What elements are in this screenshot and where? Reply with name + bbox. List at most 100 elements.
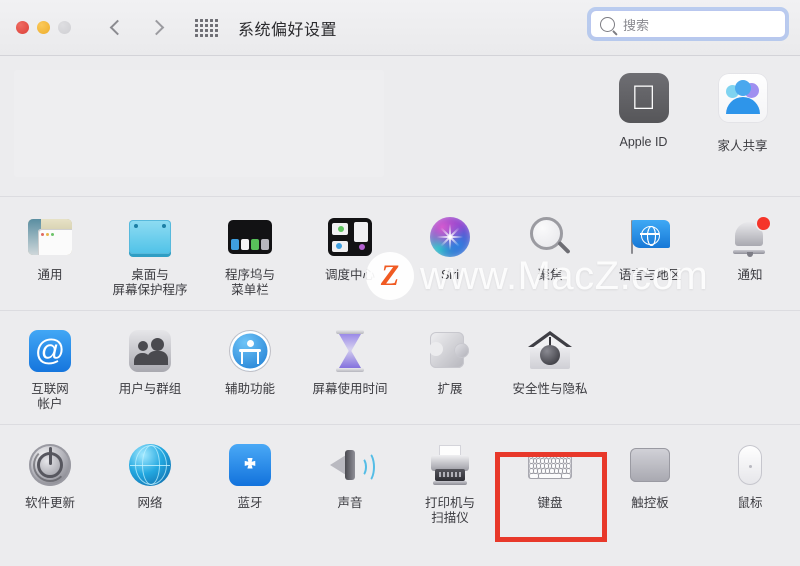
pref-item-label: 扩展 — [437, 382, 463, 396]
grid-dot — [215, 18, 218, 22]
traffic-light-group — [16, 21, 71, 34]
pref-item-label: 用户与群组 — [118, 382, 182, 396]
pref-item-label: 聚焦 — [537, 268, 563, 282]
forward-button[interactable] — [149, 18, 165, 38]
desktop-screensaver-icon — [100, 211, 200, 263]
spotlight-icon — [500, 211, 600, 263]
grid-dot — [195, 23, 198, 27]
pref-tile-apple-id[interactable]:  Apple ID — [594, 70, 693, 154]
bluetooth-rune-glyph: ᛭ — [229, 444, 271, 486]
pref-item-software-update[interactable]: 软件更新 — [0, 435, 100, 532]
pref-tile-family-sharing[interactable]: 家人共享 — [693, 70, 792, 154]
window-title: 系统偏好设置 — [238, 21, 338, 39]
notification-badge — [757, 217, 770, 230]
pref-item-label: 屏幕使用时间 — [312, 382, 388, 396]
speaker-glyph — [328, 448, 375, 483]
pref-item-language-region[interactable]: 语言与地区 — [600, 207, 700, 304]
mouse-body-glyph — [738, 445, 762, 485]
grid-dot — [210, 28, 213, 32]
pref-item-trackpad[interactable]: 触控板 — [600, 435, 700, 532]
pref-item-printers-scanners[interactable]: 打印机与 扫描仪 — [400, 435, 500, 532]
globe-glyph — [129, 444, 171, 486]
software-update-icon — [0, 439, 100, 491]
general-window-glyph — [28, 219, 72, 255]
search-field[interactable]: 搜索 — [590, 10, 786, 38]
keyboard-keys-glyph — [528, 451, 572, 479]
pref-item-accessibility[interactable]: 辅助功能 — [200, 321, 300, 418]
pref-item-label: 触控板 — [631, 496, 669, 510]
search-icon — [600, 16, 615, 32]
zoom-window-button[interactable] — [58, 21, 71, 34]
pref-item-screen-time[interactable]: 屏幕使用时间 — [300, 321, 400, 418]
pref-item-sound[interactable]: 声音 — [300, 435, 400, 532]
grid-dot — [205, 23, 208, 27]
grid-dot — [215, 28, 218, 32]
pref-item-general[interactable]: 通用 — [0, 207, 100, 304]
pref-item-label: 网络 — [137, 496, 163, 510]
flag-globe-glyph — [628, 220, 672, 254]
pref-item-mouse[interactable]: 鼠标 — [700, 435, 800, 532]
hourglass-glyph — [333, 330, 367, 372]
pref-item-label: 软件更新 — [24, 496, 75, 510]
apple-id-card-placeholder — [14, 70, 384, 177]
navigation-arrows — [109, 18, 165, 38]
internet-accounts-icon: @ — [0, 325, 100, 377]
preferences-section-hardware: 软件更新 网络 ᛭ 蓝牙 声音 打印机与 扫描仪 键盘 触控板 鼠标 — [0, 425, 800, 538]
printers-scanners-icon — [400, 439, 500, 491]
show-all-grid-icon[interactable] — [195, 18, 218, 37]
printer-glyph — [429, 445, 471, 485]
pref-item-keyboard[interactable]: 键盘 — [500, 435, 600, 532]
pref-item-siri[interactable]: Siri — [400, 207, 500, 304]
bluetooth-icon: ᛭ — [200, 439, 300, 491]
preferences-row: @ 互联网 帐户 用户与群组 辅助功能 屏幕使用时间 扩展 安全性与隐私 — [0, 321, 800, 418]
minimize-window-button[interactable] — [37, 21, 50, 34]
grid-dot — [210, 33, 213, 37]
pref-tile-label: 家人共享 — [717, 139, 768, 153]
pref-item-mission-control[interactable]: 调度中心 — [300, 207, 400, 304]
pref-item-notifications[interactable]: 通知 — [700, 207, 800, 304]
preferences-section-personal: 通用 桌面与 屏幕保护程序 程序坞与 菜单栏 调度中心 Siri 聚焦 语言与地… — [0, 197, 800, 311]
pref-item-security-privacy[interactable]: 安全性与隐私 — [500, 321, 600, 418]
close-window-button[interactable] — [16, 21, 29, 34]
pref-item-dock-menubar[interactable]: 程序坞与 菜单栏 — [200, 207, 300, 304]
window-titlebar: 系统偏好设置 搜索 — [0, 0, 800, 56]
grid-dot — [195, 33, 198, 37]
siri-icon — [400, 211, 500, 263]
grid-dot — [205, 33, 208, 37]
general-icon — [0, 211, 100, 263]
dock-glyph — [228, 220, 272, 254]
gear-dial-glyph — [29, 444, 71, 486]
pref-item-network[interactable]: 网络 — [100, 435, 200, 532]
pref-item-label: 辅助功能 — [224, 382, 275, 396]
pref-item-users-groups[interactable]: 用户与群组 — [100, 321, 200, 418]
banner-tiles:  Apple ID 家人共享 — [594, 70, 792, 154]
grid-dot — [210, 18, 213, 22]
language-region-icon — [600, 211, 700, 263]
users-groups-icon — [100, 325, 200, 377]
accessibility-figure-glyph — [230, 331, 270, 371]
pref-item-desktop-screensaver[interactable]: 桌面与 屏幕保护程序 — [100, 207, 200, 304]
accessibility-icon — [200, 325, 300, 377]
extensions-icon — [400, 325, 500, 377]
grid-dot — [200, 28, 203, 32]
grid-dot — [200, 23, 203, 27]
pref-item-extensions[interactable]: 扩展 — [400, 321, 500, 418]
pref-item-bluetooth[interactable]: ᛭ 蓝牙 — [200, 435, 300, 532]
preferences-row: 通用 桌面与 屏幕保护程序 程序坞与 菜单栏 调度中心 Siri 聚焦 语言与地… — [0, 207, 800, 304]
pref-item-spotlight[interactable]: 聚焦 — [500, 207, 600, 304]
screen-time-icon — [300, 325, 400, 377]
network-icon — [100, 439, 200, 491]
back-button[interactable] — [109, 18, 125, 38]
pref-tile-label: Apple ID — [619, 135, 668, 149]
system-preferences-window: 系统偏好设置 搜索  Apple ID 家人共享 — [0, 0, 800, 566]
pref-item-internet-accounts[interactable]: @ 互联网 帐户 — [0, 321, 100, 418]
pref-item-label: 程序坞与 菜单栏 — [224, 268, 275, 297]
bell-glyph — [730, 217, 770, 257]
grid-dot — [200, 18, 203, 22]
siri-orb-glyph — [430, 217, 470, 257]
preferences-section-accounts: @ 互联网 帐户 用户与群组 辅助功能 屏幕使用时间 扩展 安全性与隐私 — [0, 311, 800, 425]
grid-dot — [205, 28, 208, 32]
two-people-glyph — [129, 330, 171, 372]
pref-item-label: Siri — [440, 268, 460, 282]
account-banner:  Apple ID 家人共享 — [0, 56, 800, 197]
